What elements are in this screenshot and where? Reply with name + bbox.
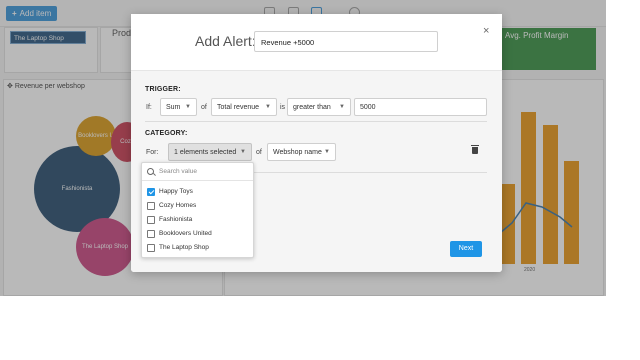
category-values-dropdown: Search value Happy Toys Cozy Homes Fashi… [141,162,254,258]
chevron-down-icon: ▼ [324,149,330,155]
aggregation-select[interactable]: Sum ▼ [160,98,197,116]
close-icon[interactable]: × [483,25,489,37]
for-label: For: [146,149,159,156]
trigger-heading: TRIGGER: [145,86,181,93]
checkbox[interactable] [147,230,155,238]
checkbox[interactable] [147,216,155,224]
category-values-select[interactable]: 1 elements selected ▼ [168,143,252,161]
of-label: of [201,104,207,111]
chevron-down-icon: ▼ [265,104,271,110]
option-item[interactable]: Booklovers United [147,227,247,240]
checkbox[interactable] [147,202,155,210]
alert-name-input[interactable]: Revenue +5000 [254,31,438,52]
is-label: is [280,104,286,111]
modal-header: Add Alert: Revenue +5000 × [131,14,502,71]
value-search-input[interactable]: Search value [142,163,253,181]
chevron-down-icon: ▼ [339,104,345,110]
search-icon [147,168,154,175]
trash-icon[interactable] [471,145,479,154]
next-button[interactable]: Next [450,241,482,257]
threshold-input[interactable]: 5000 [354,98,487,116]
option-item[interactable]: Fashionista [147,213,247,226]
metric-select[interactable]: Total revenue ▼ [211,98,277,116]
chevron-down-icon: ▼ [185,104,191,110]
checkbox-checked[interactable] [147,188,155,196]
dimension-select[interactable]: Webshop name ▼ [267,143,336,161]
option-item[interactable]: Happy Toys [147,185,247,198]
section-divider [145,121,487,122]
option-item[interactable]: Cozy Homes [147,199,247,212]
of-label: of [256,149,262,156]
modal-title: Add Alert: [195,33,256,49]
if-label: If: [146,104,152,111]
chevron-down-icon: ▼ [240,149,246,155]
checkbox[interactable] [147,244,155,252]
option-item[interactable]: The Laptop Shop [147,241,247,254]
category-heading: CATEGORY: [145,130,188,137]
comparator-select[interactable]: greater than ▼ [287,98,351,116]
